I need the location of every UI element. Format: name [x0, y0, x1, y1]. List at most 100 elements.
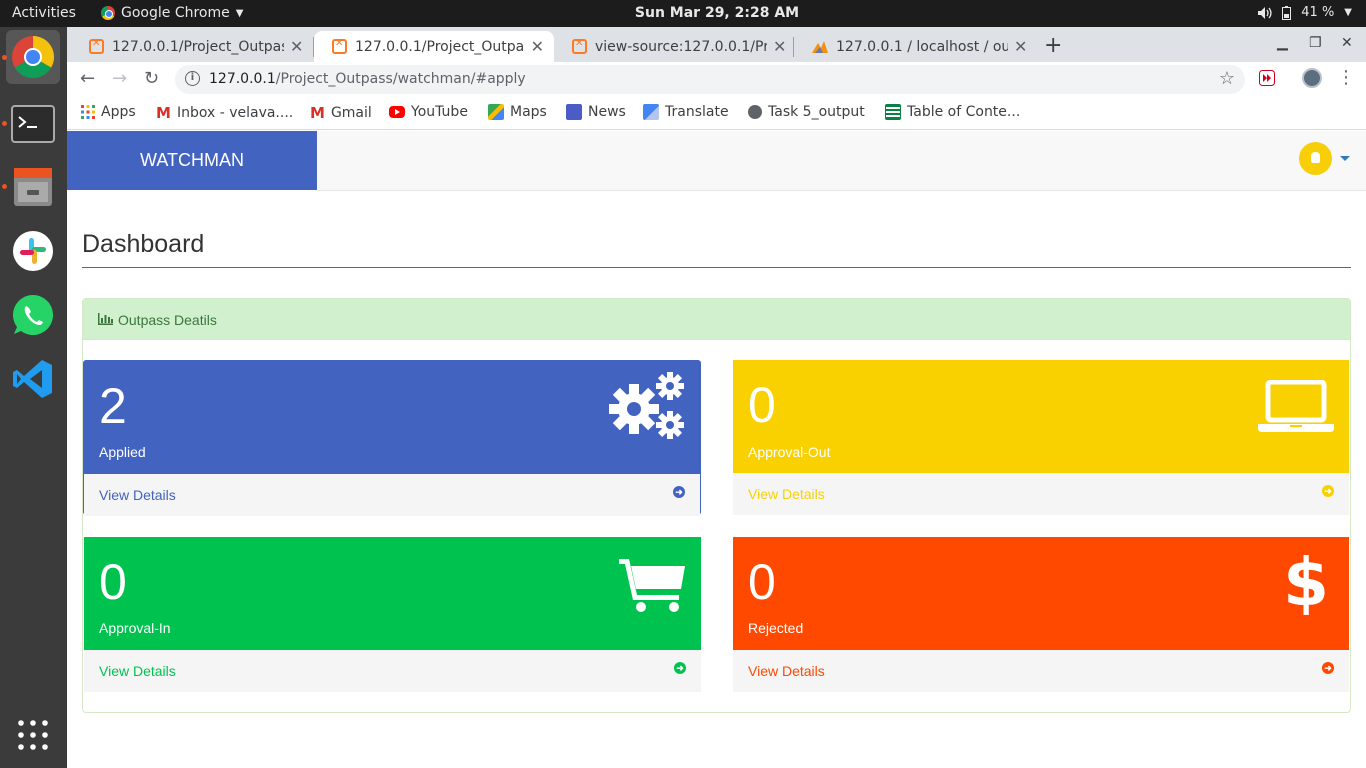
approval-out-card: 0 Approval-Out View Details ➜: [733, 360, 1349, 515]
view-details-label: View Details: [748, 486, 825, 502]
close-tab-icon[interactable]: ✕: [773, 37, 786, 56]
bookmark-toc[interactable]: Table of Conte...: [885, 104, 1020, 120]
bookmark-label: Gmail: [330, 105, 372, 121]
approval-in-card: 0 Approval-In View Details ➜: [84, 537, 701, 692]
bookmarks-bar: Apps M Inbox - velava.... M Gmail YouTub…: [67, 96, 1366, 130]
view-details-label: View Details: [748, 663, 825, 679]
bookmark-label: Apps: [101, 104, 136, 120]
browser-tab[interactable]: view-source:127.0.0.1/Pro ✕: [554, 31, 796, 62]
dock-vscode[interactable]: [6, 352, 60, 406]
bookmark-translate[interactable]: Translate: [643, 104, 729, 120]
chrome-icon: [12, 35, 55, 79]
chevron-down-icon[interactable]: [1340, 156, 1350, 161]
battery-icon: [1282, 5, 1292, 20]
bookmark-label: YouTube: [411, 104, 468, 120]
close-tab-icon[interactable]: ✕: [1014, 37, 1027, 56]
sheet-icon: [885, 104, 901, 120]
rejected-card: 0 Rejected $ View Details ➜: [733, 537, 1349, 692]
running-indicator: [2, 55, 7, 60]
browser-toolbar: ← → ↻ i 127.0.0.1/Project_Outpass/watchm…: [67, 62, 1366, 96]
url-text[interactable]: 127.0.0.1/Project_Outpass/watchman/#appl…: [209, 71, 526, 87]
bookmark-label: Translate: [665, 104, 729, 120]
app-grid-icon: [18, 720, 48, 750]
back-button[interactable]: ←: [80, 68, 95, 89]
tab-title: view-source:127.0.0.1/Pro: [595, 38, 767, 55]
forward-button[interactable]: →: [112, 68, 127, 89]
panel-heading: Outpass Deatils: [83, 299, 1350, 340]
dock-terminal[interactable]: [6, 97, 60, 151]
approval-out-view-details-link[interactable]: View Details ➜: [733, 473, 1349, 515]
dock-chrome[interactable]: [6, 30, 60, 84]
os-top-bar: Activities Google Chrome ▼ Sun Mar 29, 2…: [0, 0, 1366, 27]
bookmark-star-icon[interactable]: ☆: [1219, 68, 1235, 89]
title-divider: [82, 267, 1351, 268]
minimize-window-icon[interactable]: ▁: [1277, 35, 1288, 51]
site-info-icon[interactable]: i: [185, 71, 200, 86]
slack-icon: [13, 231, 53, 271]
xampp-favicon-icon: [89, 38, 104, 54]
close-tab-icon[interactable]: ✕: [531, 37, 544, 56]
address-bar[interactable]: i 127.0.0.1/Project_Outpass/watchman/#ap…: [175, 65, 1245, 94]
news-icon: [566, 104, 582, 120]
tab-title: 127.0.0.1/Project_Outpass: [112, 38, 284, 55]
approval-in-count: 0: [99, 554, 127, 610]
web-page: WATCHMAN Dashboard Outpass Deatils 2 App…: [67, 131, 1366, 768]
phpmyadmin-favicon-icon: [812, 40, 828, 53]
user-avatar[interactable]: [1299, 142, 1332, 175]
restore-window-icon[interactable]: ❐: [1309, 35, 1322, 51]
dock-slack[interactable]: [6, 224, 60, 278]
bookmark-apps[interactable]: Apps: [81, 104, 136, 120]
url-host: 127.0.0.1: [209, 71, 276, 87]
apps-grid-icon: [81, 105, 95, 119]
profile-avatar[interactable]: [1302, 68, 1322, 88]
gmail-icon: M: [310, 104, 325, 122]
xampp-favicon-icon: [332, 38, 347, 54]
bookmark-inbox[interactable]: M Inbox - velava....: [156, 104, 293, 122]
view-details-label: View Details: [99, 487, 176, 503]
applied-label: Applied: [99, 444, 146, 460]
rejected-label: Rejected: [748, 620, 804, 636]
page-title: Dashboard: [82, 230, 205, 258]
bookmark-news[interactable]: News: [566, 104, 626, 120]
dock-whatsapp[interactable]: [6, 288, 60, 342]
bookmark-label: Maps: [510, 104, 547, 120]
approval-out-count: 0: [748, 377, 776, 433]
dollar-icon: $: [1283, 544, 1329, 621]
brand-logo[interactable]: WATCHMAN: [67, 131, 317, 190]
clock[interactable]: Sun Mar 29, 2:28 AM: [0, 5, 1366, 21]
whatsapp-icon: [12, 295, 53, 335]
bookmark-task5[interactable]: Task 5_output: [748, 104, 865, 120]
approval-in-view-details-link[interactable]: View Details ➜: [84, 650, 701, 692]
globe-icon: [748, 105, 762, 119]
browser-tab[interactable]: 127.0.0.1 / localhost / outp ✕: [794, 31, 1037, 62]
system-tray[interactable]: 41 % ▼: [1258, 5, 1352, 20]
running-indicator: [2, 184, 7, 189]
browser-tab-active[interactable]: 127.0.0.1/Project_Outpass ✕: [314, 31, 554, 62]
bookmark-gmail[interactable]: M Gmail: [310, 104, 372, 122]
translate-icon: [643, 104, 659, 120]
reload-button[interactable]: ↻: [144, 68, 159, 89]
youtube-icon: [389, 106, 405, 118]
browser-tab[interactable]: 127.0.0.1/Project_Outpass ✕: [71, 31, 313, 62]
close-tab-icon[interactable]: ✕: [290, 37, 303, 56]
arrow-circle-right-icon: ➜: [1322, 662, 1334, 674]
applied-view-details-link[interactable]: View Details ➜: [84, 474, 700, 516]
dock-show-apps[interactable]: [6, 708, 60, 762]
panel-title: Outpass Deatils: [118, 312, 217, 328]
chevron-down-icon: ▼: [1344, 7, 1352, 18]
rejected-view-details-link[interactable]: View Details ➜: [733, 650, 1349, 692]
maps-icon: [488, 104, 504, 120]
vscode-icon: [13, 360, 52, 398]
bookmark-youtube[interactable]: YouTube: [389, 104, 468, 120]
url-path: /Project_Outpass/watchman/#apply: [275, 71, 526, 87]
tab-title: 127.0.0.1/Project_Outpass: [355, 38, 525, 55]
close-window-icon[interactable]: ✕: [1341, 35, 1353, 51]
dock-files[interactable]: [6, 160, 60, 214]
applied-card: 2 Applied View Details ➜: [83, 360, 701, 516]
chrome-menu-icon[interactable]: ⋮: [1337, 67, 1355, 88]
files-icon: [14, 168, 52, 206]
card-body: 0 Approval-In: [84, 537, 701, 650]
bookmark-maps[interactable]: Maps: [488, 104, 547, 120]
new-tab-button[interactable]: +: [1044, 33, 1062, 58]
extension-icon[interactable]: [1259, 70, 1275, 86]
